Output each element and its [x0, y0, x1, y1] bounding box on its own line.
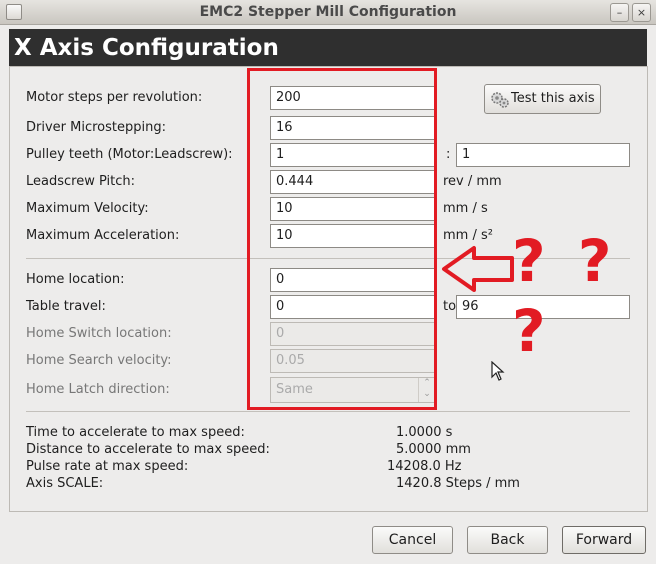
table-travel-label: Table travel:	[26, 299, 106, 314]
stat-value: 14208.0 Hz	[387, 459, 462, 474]
microstepping-label: Driver Microstepping:	[26, 120, 166, 135]
max-velocity-unit: mm / s	[443, 201, 488, 216]
max-accel-label: Maximum Acceleration:	[26, 228, 180, 243]
window-menu-icon[interactable]	[6, 4, 22, 20]
stats-divider	[26, 411, 630, 412]
test-axis-label: Test this axis	[511, 91, 595, 106]
pulley-separator: :	[446, 147, 451, 162]
motor-steps-label: Motor steps per revolution:	[26, 90, 203, 105]
stat-value: 5.0000 mm	[396, 442, 471, 457]
home-search-velocity-label: Home Search velocity:	[26, 353, 172, 368]
gears-icon	[491, 92, 509, 108]
question-marks: ? ? ?	[512, 227, 618, 365]
mouse-cursor-icon	[491, 361, 505, 381]
stat-label: Pulse rate at max speed:	[26, 459, 189, 474]
forward-button[interactable]: Forward	[562, 526, 646, 554]
leadscrew-pitch-unit: rev / mm	[443, 174, 502, 189]
home-location-label: Home location:	[26, 272, 125, 287]
back-button[interactable]: Back	[467, 526, 548, 554]
max-velocity-label: Maximum Velocity:	[26, 201, 149, 216]
minimize-button[interactable]: –	[610, 3, 629, 22]
page-title: X Axis Configuration	[14, 35, 279, 61]
highlight-box	[247, 68, 437, 410]
stat-value: 1.0000 s	[396, 425, 453, 440]
stat-label: Distance to accelerate to max speed:	[26, 442, 270, 457]
test-axis-button[interactable]: Test this axis	[484, 84, 601, 114]
stat-label: Time to accelerate to max speed:	[26, 425, 245, 440]
leadscrew-pitch-label: Leadscrew Pitch:	[26, 174, 136, 189]
pulley-leadscrew-input[interactable]: 1	[456, 143, 630, 167]
window-title: EMC2 Stepper Mill Configuration	[199, 4, 457, 20]
home-latch-label: Home Latch direction:	[26, 382, 170, 397]
stat-label: Axis SCALE:	[26, 476, 104, 491]
home-switch-label: Home Switch location:	[26, 326, 172, 341]
pulley-teeth-label: Pulley teeth (Motor:Leadscrew):	[26, 147, 233, 162]
stat-value: 1420.8 Steps / mm	[396, 476, 520, 491]
cancel-button[interactable]: Cancel	[372, 526, 453, 554]
close-button[interactable]: ×	[632, 3, 651, 22]
